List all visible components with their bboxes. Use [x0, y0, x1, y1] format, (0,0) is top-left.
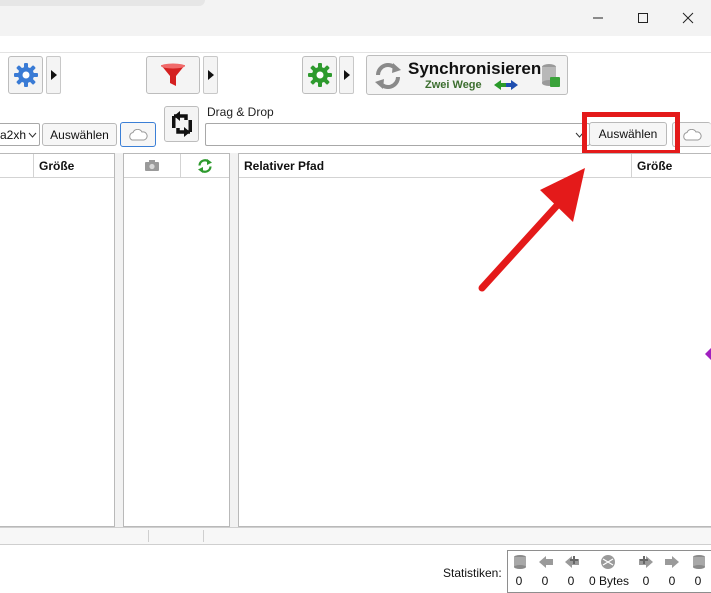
filter-funnel-icon [161, 63, 185, 86]
status-bar [0, 527, 711, 545]
stat-update-right: 0 [642, 574, 650, 588]
statistics-label: Statistiken: [443, 566, 502, 580]
arrow-left-icon [539, 556, 553, 568]
stat-create-left: 0 [515, 574, 523, 588]
triangle-right-icon [343, 70, 350, 80]
minimize-button[interactable] [575, 2, 621, 34]
cloud-icon [683, 128, 702, 140]
sync-settings-button[interactable] [302, 56, 337, 94]
create-right-icon [693, 555, 705, 569]
stat-delete-right: 0 [668, 574, 676, 588]
statistics-panel: 0 0 0 0 Bytes 0 0 0 [507, 550, 711, 593]
left-cloud-button[interactable] [120, 122, 156, 147]
swap-arrows-icon [171, 111, 192, 137]
filter-dropdown[interactable] [203, 56, 218, 94]
right-splitter[interactable] [230, 153, 238, 527]
update-right-icon [639, 556, 653, 568]
left-grid-header: Größe [0, 153, 114, 178]
left-splitter[interactable] [115, 153, 123, 527]
database-icon [542, 64, 560, 87]
triangle-right-icon [50, 70, 57, 80]
purple-marker-icon [705, 348, 711, 360]
arrow-right-icon [665, 556, 679, 568]
gear-icon [307, 63, 332, 87]
left-file-grid[interactable]: Größe [0, 153, 115, 527]
compare-variant-dropdown[interactable] [46, 56, 61, 94]
middle-grid-column-checkbox[interactable] [124, 154, 180, 178]
gear-icon [13, 63, 38, 87]
left-select-folder-button[interactable]: Auswählen [42, 123, 117, 146]
two-way-arrow-icon [494, 80, 518, 90]
chevron-down-icon[interactable] [28, 132, 37, 138]
annotation-highlight-box [582, 112, 680, 155]
left-folder-path: a2xh [0, 127, 27, 142]
left-grid-column-path[interactable] [0, 154, 33, 178]
filter-button[interactable] [146, 56, 200, 94]
sync-variant-dropdown[interactable] [339, 56, 354, 94]
drag-drop-label: Drag & Drop [207, 105, 274, 119]
status-divider [148, 530, 149, 542]
sync-icon [198, 158, 212, 173]
middle-grid-header [124, 153, 229, 178]
data-volume-icon [601, 555, 615, 569]
sync-subtitle: Zwei Wege [425, 79, 482, 91]
titlebar-tab-strip [0, 0, 205, 6]
synchronize-button[interactable]: Synchronisieren Zwei Wege [366, 55, 568, 95]
minimize-icon [593, 17, 603, 19]
window-titlebar [0, 0, 711, 36]
swap-sides-button[interactable] [164, 106, 199, 142]
maximize-button[interactable] [620, 2, 666, 34]
create-left-icon [514, 555, 526, 569]
middle-grid-column-action[interactable] [181, 154, 229, 178]
right-folder-combo[interactable] [205, 123, 590, 146]
status-divider [203, 530, 204, 542]
left-select-folder-label: Auswählen [50, 127, 109, 142]
close-icon [682, 12, 694, 24]
stat-update-left: 0 [567, 574, 575, 588]
right-grid-column-size[interactable]: Größe [632, 159, 672, 173]
triangle-right-icon [207, 70, 214, 80]
left-folder-combo[interactable]: a2xh [0, 123, 40, 146]
sync-title: Synchronisieren [408, 59, 542, 78]
sync-arrows-icon [375, 63, 401, 89]
middle-action-grid[interactable] [123, 153, 230, 527]
toolbar-separator [0, 52, 711, 53]
annotation-arrow-icon [478, 168, 585, 292]
compare-settings-button[interactable] [8, 56, 43, 94]
close-button[interactable] [665, 2, 711, 34]
maximize-icon [638, 13, 648, 23]
stat-data-volume: 0 Bytes [589, 574, 630, 588]
stat-delete-left: 0 [541, 574, 549, 588]
stat-create-right: 0 [694, 574, 702, 588]
update-left-icon [565, 556, 579, 568]
left-grid-column-size[interactable]: Größe [34, 159, 74, 173]
camera-icon [145, 160, 159, 171]
cloud-icon [129, 128, 148, 140]
